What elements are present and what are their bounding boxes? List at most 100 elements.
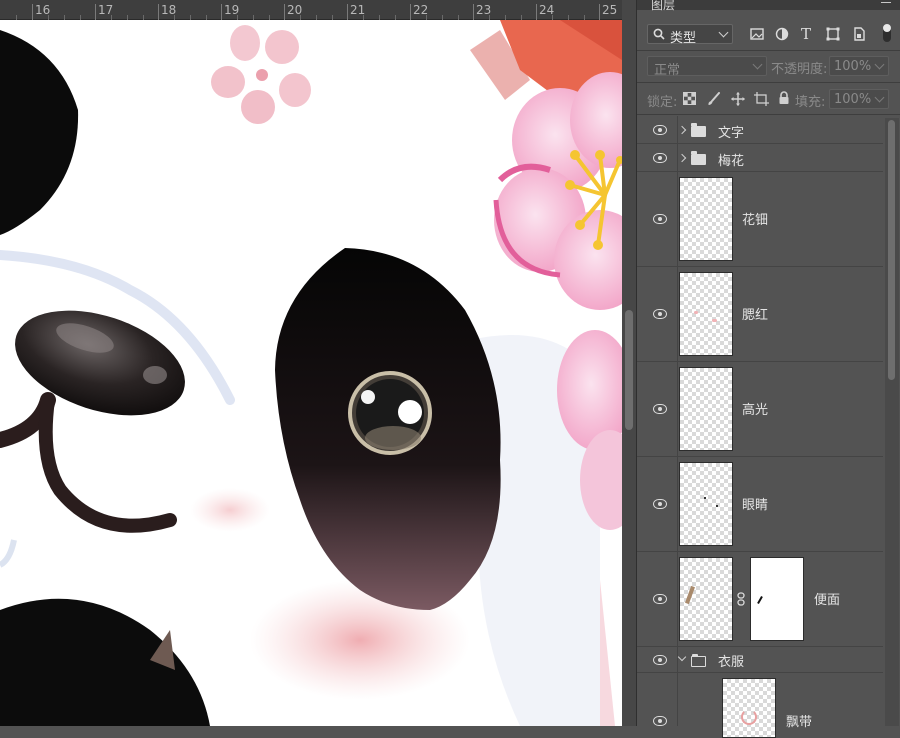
layer-thumbnail bbox=[722, 678, 776, 738]
divider bbox=[637, 82, 900, 83]
ruler-tick bbox=[95, 4, 96, 20]
mask-mark bbox=[757, 596, 763, 604]
layer-row[interactable]: 花钿 bbox=[637, 172, 883, 267]
lock-position-icon[interactable] bbox=[731, 92, 745, 106]
eye-icon[interactable] bbox=[653, 404, 667, 414]
chevron-down-icon bbox=[874, 92, 885, 103]
layers-panel-tab[interactable]: 图层 bbox=[637, 0, 900, 13]
filter-toggle-knob bbox=[883, 24, 891, 32]
layer-row[interactable]: 便面 bbox=[637, 552, 883, 647]
layers-panel: 图层 类型 T 正常 不透明度: 100% 锁定: 填充: 100% 文字 梅花… bbox=[636, 0, 900, 738]
layer-name: 花钿 bbox=[742, 213, 769, 228]
chevron-down-icon bbox=[874, 59, 885, 70]
thumbnail-mark bbox=[694, 311, 698, 314]
small-blossom bbox=[211, 25, 311, 124]
opacity-value: 100% bbox=[834, 59, 872, 74]
canvas-scroll-thumb[interactable] bbox=[625, 310, 633, 430]
layer-row-group[interactable]: 文字 bbox=[637, 116, 883, 144]
layer-kind-label: 类型 bbox=[670, 31, 697, 46]
lock-transparent-pixels-icon[interactable] bbox=[683, 92, 696, 105]
ruler-tick bbox=[473, 4, 474, 20]
eye-icon[interactable] bbox=[653, 214, 667, 224]
layer-row[interactable]: 飘带 bbox=[637, 673, 883, 738]
layers-scroll-thumb[interactable] bbox=[888, 120, 895, 380]
lock-label: 锁定: bbox=[647, 95, 678, 110]
chevron-right-icon[interactable] bbox=[677, 153, 687, 163]
layer-thumbnail bbox=[679, 272, 733, 356]
eye-icon[interactable] bbox=[653, 309, 667, 319]
layer-name: 文字 bbox=[718, 126, 745, 141]
fill-input[interactable]: 100% bbox=[829, 89, 889, 109]
folder-icon bbox=[691, 123, 706, 137]
chevron-right-icon[interactable] bbox=[677, 125, 687, 135]
shape-filter-icon[interactable] bbox=[826, 27, 840, 41]
open-folder-icon bbox=[691, 654, 706, 667]
thumbnail-mark bbox=[704, 497, 706, 499]
canvas-vertical-scrollbar[interactable] bbox=[622, 0, 636, 726]
smart-object-filter-icon[interactable] bbox=[852, 27, 866, 41]
chevron-down-icon bbox=[752, 59, 763, 70]
layer-mask-thumbnail[interactable] bbox=[750, 557, 804, 641]
link-icon[interactable] bbox=[737, 592, 745, 606]
layer-row[interactable]: 腮红 bbox=[637, 267, 883, 362]
fill-label: 填充: bbox=[795, 95, 826, 110]
adjustment-filter-icon[interactable] bbox=[775, 27, 789, 41]
layer-name: 飘带 bbox=[786, 715, 813, 730]
layer-thumbnail bbox=[679, 462, 733, 546]
horizontal-ruler[interactable]: 16 17 18 19 20 21 22 23 24 25 bbox=[0, 0, 622, 20]
thumbnail-mark bbox=[685, 585, 695, 605]
chevron-down-icon[interactable] bbox=[677, 652, 687, 662]
layer-name: 高光 bbox=[742, 403, 769, 418]
layer-name: 便面 bbox=[814, 593, 841, 608]
divider bbox=[637, 50, 900, 51]
ruler-label: 25 bbox=[602, 3, 618, 17]
eye-icon[interactable] bbox=[653, 655, 667, 665]
blend-mode-select[interactable]: 正常 bbox=[647, 56, 767, 78]
ruler-tick bbox=[599, 4, 600, 20]
thumbnail-mark bbox=[716, 505, 718, 507]
image-filter-icon[interactable] bbox=[750, 27, 764, 41]
eye-icon[interactable] bbox=[653, 716, 667, 726]
ruler-tick bbox=[536, 4, 537, 20]
ruler-tick bbox=[410, 4, 411, 20]
lock-artboard-icon[interactable] bbox=[754, 92, 769, 106]
ruler-tick bbox=[347, 4, 348, 20]
folder-icon bbox=[691, 151, 706, 165]
layer-name: 梅花 bbox=[718, 154, 745, 169]
ruler-tick bbox=[32, 4, 33, 20]
ruler-tick bbox=[158, 4, 159, 20]
opacity-label: 不透明度: bbox=[771, 62, 828, 77]
eye-icon[interactable] bbox=[653, 499, 667, 509]
layer-thumbnail bbox=[679, 557, 733, 641]
blend-mode-value: 正常 bbox=[654, 63, 681, 78]
thumbnail-mark bbox=[741, 709, 757, 725]
eye-icon[interactable] bbox=[653, 125, 667, 135]
chevron-down-icon bbox=[718, 27, 729, 38]
ruler-tick bbox=[221, 4, 222, 20]
lock-image-pixels-icon[interactable] bbox=[707, 92, 721, 106]
layer-row[interactable]: 眼睛 bbox=[637, 457, 883, 552]
divider bbox=[637, 114, 900, 115]
panel-title[interactable]: 图层 bbox=[651, 0, 675, 13]
search-icon bbox=[653, 28, 665, 40]
layer-thumbnail bbox=[679, 177, 733, 261]
document-canvas[interactable]: 16 17 18 19 20 21 22 23 24 25 bbox=[0, 0, 622, 726]
opacity-input[interactable]: 100% bbox=[829, 56, 889, 76]
ruler-tick bbox=[284, 4, 285, 20]
type-filter-icon[interactable]: T bbox=[799, 27, 813, 42]
layers-scrollbar[interactable] bbox=[885, 118, 899, 726]
layer-name: 眼睛 bbox=[742, 498, 769, 513]
eye-icon[interactable] bbox=[653, 153, 667, 163]
eye-icon[interactable] bbox=[653, 594, 667, 604]
layer-name: 腮红 bbox=[742, 308, 769, 323]
layer-row-group[interactable]: 梅花 bbox=[637, 144, 883, 172]
thumbnail-mark bbox=[712, 319, 717, 322]
layer-thumbnail bbox=[679, 367, 733, 451]
layer-kind-filter[interactable]: 类型 bbox=[647, 24, 733, 46]
filter-toggle[interactable] bbox=[883, 24, 891, 42]
fill-value: 100% bbox=[834, 92, 872, 107]
panel-menu-icon[interactable] bbox=[881, 2, 891, 3]
lock-all-icon[interactable] bbox=[778, 91, 790, 105]
layer-row-group[interactable]: 衣服 bbox=[637, 647, 883, 673]
layer-row[interactable]: 高光 bbox=[637, 362, 883, 457]
